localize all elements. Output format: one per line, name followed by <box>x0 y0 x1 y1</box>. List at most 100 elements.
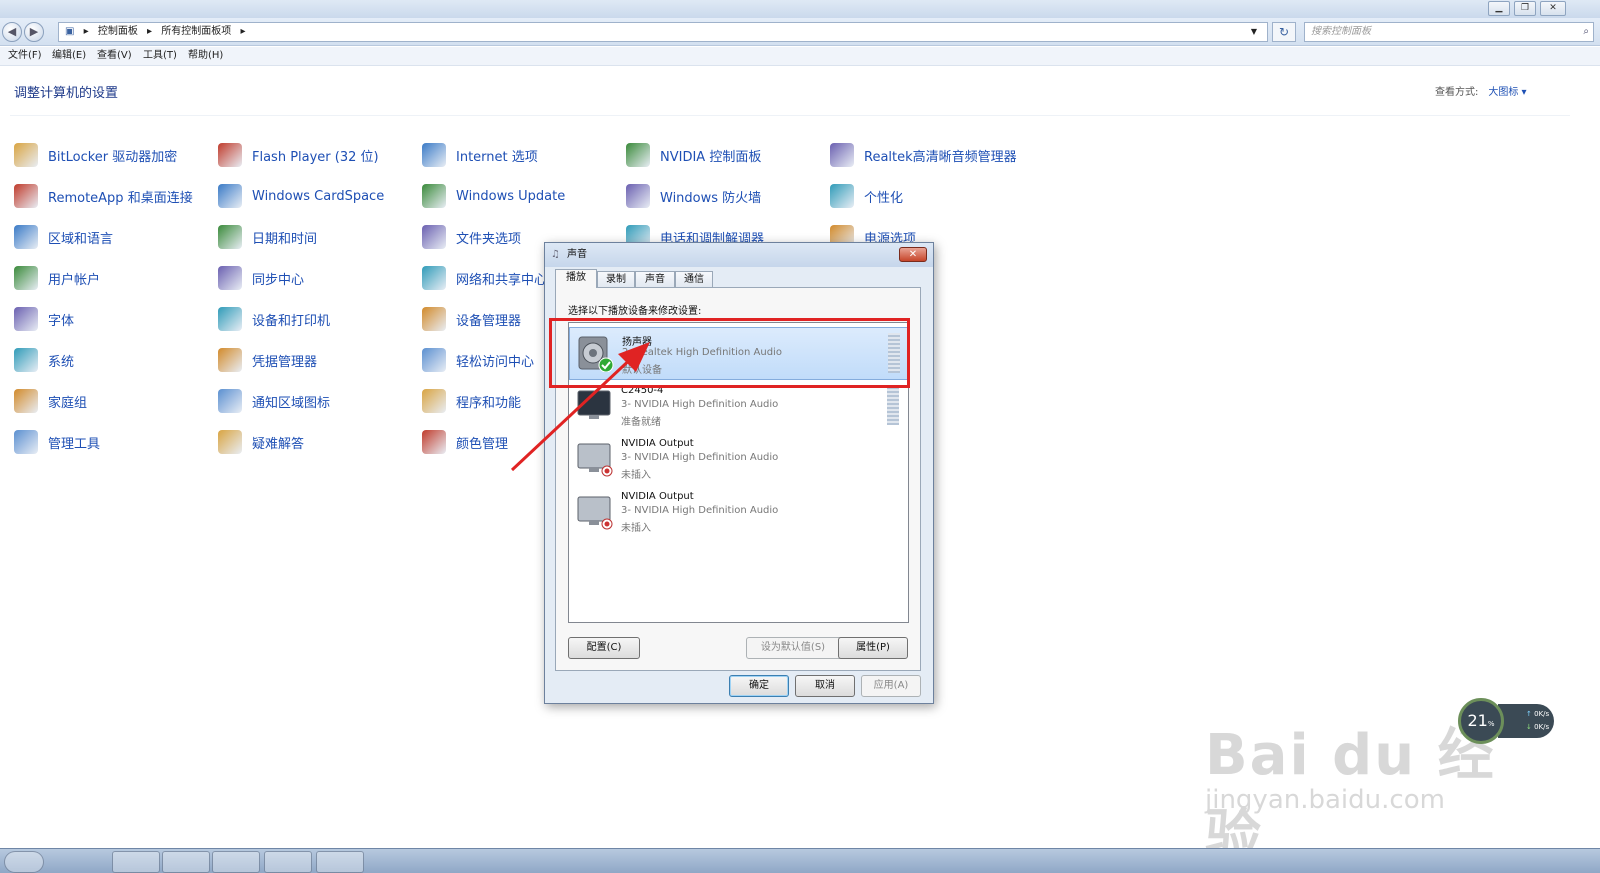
device-name: NVIDIA Output <box>621 438 694 449</box>
control-panel-item[interactable]: 日期和时间 <box>218 224 317 250</box>
control-panel-item[interactable]: Internet 选项 <box>422 142 538 168</box>
tab-communications[interactable]: 通信 <box>675 271 713 288</box>
control-panel-window: ▁ ❐ ✕ ◀ ▶ ▣ ▸ 控制面板 ▸ 所有控制面板项 ▸ ▼ ↻ 搜索控制面… <box>0 0 1600 873</box>
restore-button[interactable]: ❐ <box>1514 1 1536 16</box>
control-panel-item[interactable]: 颜色管理 <box>422 429 508 455</box>
menu-tools[interactable]: 工具(T) <box>143 47 177 65</box>
control-panel-item[interactable]: Windows Update <box>422 183 565 209</box>
usage-percent: 21 <box>1467 711 1488 730</box>
minimize-button[interactable]: ▁ <box>1488 1 1510 16</box>
forward-icon[interactable]: ▶ <box>24 22 44 42</box>
control-panel-item[interactable]: 轻松访问中心 <box>422 347 534 373</box>
view-mode-label: 查看方式: <box>1435 87 1479 98</box>
control-panel-item[interactable]: 疑难解答 <box>218 429 304 455</box>
monitor-device-icon <box>577 390 611 419</box>
ok-button[interactable]: 确定 <box>729 675 789 697</box>
control-panel-item[interactable]: 文件夹选项 <box>422 224 521 250</box>
control-panel-item-icon <box>422 348 446 372</box>
start-button[interactable] <box>4 851 44 873</box>
search-icon[interactable]: ⌕ <box>1583 23 1589 41</box>
control-panel-item[interactable]: Windows 防火墙 <box>626 183 761 209</box>
control-panel-item-label: 用户帐户 <box>48 272 101 288</box>
control-panel-item-icon <box>14 184 38 208</box>
control-panel-item[interactable]: 设备和打印机 <box>218 306 330 332</box>
control-panel-item[interactable]: 区域和语言 <box>14 224 113 250</box>
control-panel-item[interactable]: Windows CardSpace <box>218 183 384 209</box>
control-panel-icon: ▣ <box>65 26 75 37</box>
control-panel-item[interactable]: 管理工具 <box>14 429 100 455</box>
control-panel-item[interactable]: 凭据管理器 <box>218 347 317 373</box>
control-panel-item[interactable]: 系统 <box>14 347 74 373</box>
view-mode-dropdown[interactable]: 大图标 ▾ <box>1488 87 1526 98</box>
configure-button[interactable]: 配置(C) <box>568 637 640 659</box>
page-title: 调整计算机的设置 <box>14 86 119 101</box>
instruction-text: 选择以下播放设备来修改设置: <box>568 306 702 317</box>
dialog-title: 声音 <box>567 249 587 260</box>
control-panel-item-icon <box>218 266 242 290</box>
control-panel-item[interactable]: RemoteApp 和桌面连接 <box>14 183 193 209</box>
dialog-close-button[interactable]: ✕ <box>899 247 927 262</box>
address-bar[interactable]: ▣ ▸ 控制面板 ▸ 所有控制面板项 ▸ ▼ <box>58 22 1268 42</box>
control-panel-item[interactable]: 通知区域图标 <box>218 388 330 414</box>
menu-bar: 文件(F) 编辑(E) 查看(V) 工具(T) 帮助(H) <box>0 47 1600 66</box>
cancel-button[interactable]: 取消 <box>795 675 855 697</box>
taskbar-ie-icon[interactable] <box>112 851 160 873</box>
control-panel-item-label: Realtek高清晰音频管理器 <box>864 149 1017 165</box>
taskbar-app-icon[interactable] <box>264 851 312 873</box>
menu-file[interactable]: 文件(F) <box>8 47 42 65</box>
breadcrumb-all-items[interactable]: 所有控制面板项 <box>161 26 231 37</box>
control-panel-item[interactable]: 同步中心 <box>218 265 304 291</box>
control-panel-item[interactable]: 字体 <box>14 306 74 332</box>
refresh-icon[interactable]: ↻ <box>1272 22 1296 42</box>
control-panel-item[interactable]: 网络和共享中心 <box>422 265 547 291</box>
properties-button[interactable]: 属性(P) <box>838 637 908 659</box>
control-panel-item-label: 程序和功能 <box>456 395 522 411</box>
breadcrumb-control-panel[interactable]: 控制面板 <box>98 26 138 37</box>
control-panel-item[interactable]: Flash Player (32 位) <box>218 142 379 168</box>
apply-button[interactable]: 应用(A) <box>861 675 921 697</box>
upload-arrow-icon: ↑ <box>1526 710 1532 718</box>
device-row[interactable]: NVIDIA Output 3- NVIDIA High Definition A… <box>569 486 908 539</box>
control-panel-item-label: 文件夹选项 <box>456 231 522 247</box>
control-panel-item-label: Flash Player (32 位) <box>252 149 379 165</box>
control-panel-item[interactable]: NVIDIA 控制面板 <box>626 142 761 168</box>
control-panel-item-icon <box>422 143 446 167</box>
control-panel-item[interactable]: Realtek高清晰音频管理器 <box>830 142 1017 168</box>
control-panel-item[interactable]: BitLocker 驱动器加密 <box>14 142 177 168</box>
control-panel-item-label: 轻松访问中心 <box>456 354 535 370</box>
back-icon[interactable]: ◀ <box>2 22 22 42</box>
control-panel-item[interactable]: 用户帐户 <box>14 265 100 291</box>
control-panel-item[interactable]: 程序和功能 <box>422 388 521 414</box>
address-row: ◀ ▶ ▣ ▸ 控制面板 ▸ 所有控制面板项 ▸ ▼ ↻ 搜索控制面板 ⌕ <box>0 18 1600 46</box>
control-panel-item-icon <box>14 266 38 290</box>
taskbar-explorer-icon[interactable] <box>162 851 210 873</box>
close-button[interactable]: ✕ <box>1540 1 1566 16</box>
search-input[interactable]: 搜索控制面板 ⌕ <box>1304 22 1594 42</box>
control-panel-item-icon <box>422 184 446 208</box>
menu-help[interactable]: 帮助(H) <box>188 47 223 65</box>
taskbar-app-icon[interactable] <box>316 851 364 873</box>
control-panel-item-icon <box>422 307 446 331</box>
device-name: NVIDIA Output <box>621 491 694 502</box>
taskbar-folder-icon[interactable] <box>212 851 260 873</box>
volume-meter <box>887 385 899 425</box>
tab-playback[interactable]: 播放 <box>555 269 597 288</box>
control-panel-item-icon <box>218 430 242 454</box>
usage-percent-sign: % <box>1487 720 1495 728</box>
control-panel-item-icon <box>830 143 854 167</box>
control-panel-item[interactable]: 家庭组 <box>14 388 87 414</box>
control-panel-item[interactable]: 个性化 <box>830 183 903 209</box>
control-panel-item[interactable]: 设备管理器 <box>422 306 521 332</box>
dropdown-icon[interactable]: ▼ <box>1251 23 1257 41</box>
menu-edit[interactable]: 编辑(E) <box>52 47 86 65</box>
control-panel-item-icon <box>14 225 38 249</box>
set-default-button[interactable]: 设为默认值(S) <box>746 637 840 659</box>
control-panel-item-icon <box>626 184 650 208</box>
tab-recording[interactable]: 录制 <box>597 271 635 288</box>
device-row[interactable]: NVIDIA Output 3- NVIDIA High Definition A… <box>569 433 908 486</box>
control-panel-item-label: Windows 防火墙 <box>660 190 762 206</box>
menu-view[interactable]: 查看(V) <box>97 47 132 65</box>
control-panel-item-label: 日期和时间 <box>252 231 318 247</box>
tab-sounds[interactable]: 声音 <box>635 271 675 288</box>
network-speed-widget[interactable]: ↑ 0K/s ↓ 0K/s 21% <box>1458 698 1556 744</box>
